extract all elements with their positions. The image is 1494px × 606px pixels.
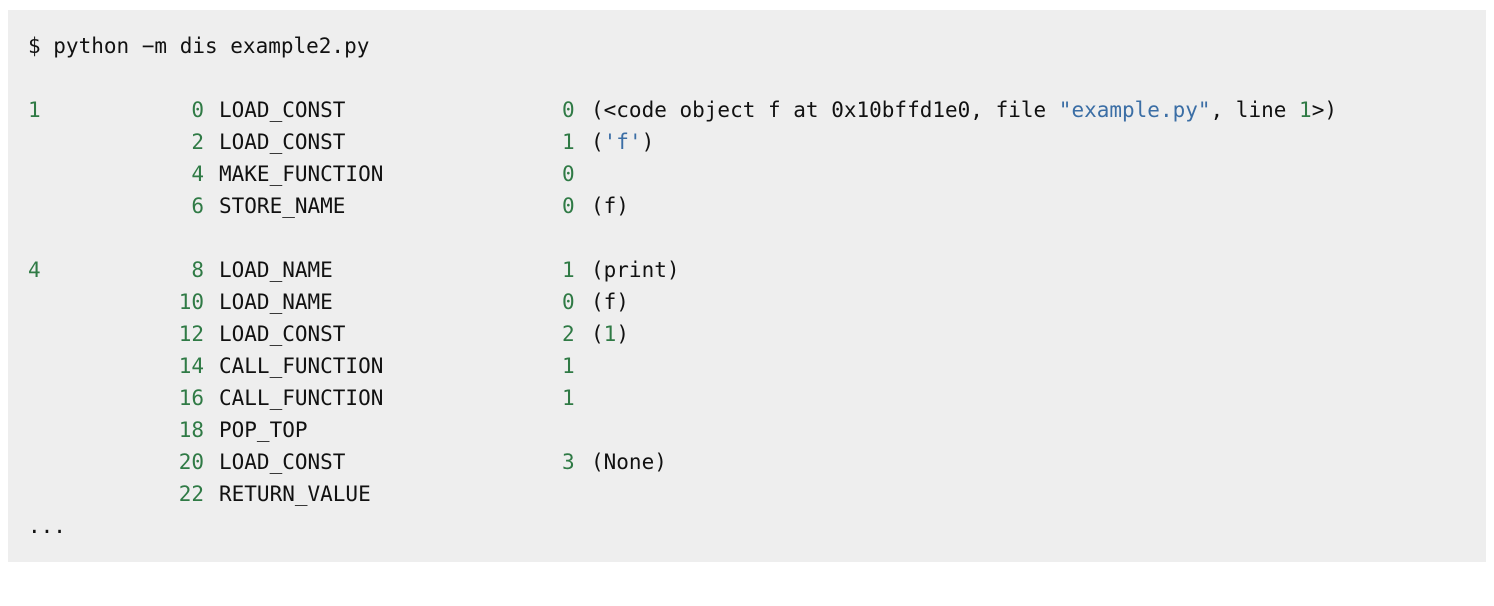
annotation-part: 'f'	[603, 130, 642, 154]
bytecode-offset: 14	[178, 354, 204, 378]
source-line-number: 1	[28, 98, 41, 122]
annotation-part: , line	[1210, 98, 1300, 122]
bytecode-row: 16 CALL_FUNCTION 1	[8, 382, 1486, 414]
opcode-name: LOAD_NAME	[219, 258, 333, 282]
code-block: $ python −m dis example2.py 1 0 LOAD_CONST…	[8, 10, 1486, 562]
bytecode-row: 12 LOAD_CONST 2 (1)	[8, 318, 1486, 350]
source-line-number: 4	[28, 258, 41, 282]
opcode-argument: 2	[562, 322, 575, 346]
bytecode-row: 2 LOAD_CONST 1 ('f')	[8, 126, 1486, 158]
argument-annotation: (print)	[591, 254, 680, 286]
annotation-part: (<code object f at 0x10bffd1e0, file	[591, 98, 1059, 122]
bytecode-row: 20 LOAD_CONST 3 (None)	[8, 446, 1486, 478]
opcode-name: LOAD_CONST	[219, 98, 346, 122]
argument-annotation: (None)	[591, 446, 667, 478]
bytecode-row: 18 POP_TOP	[8, 414, 1486, 446]
argument-annotation: ('f')	[591, 126, 654, 158]
opcode-name: RETURN_VALUE	[219, 482, 371, 506]
argument-annotation: (<code object f at 0x10bffd1e0, file "ex…	[591, 94, 1337, 126]
bytecode-offset: 8	[191, 258, 204, 282]
command-text: $ python −m dis example2.py	[28, 34, 370, 58]
opcode-argument: 3	[562, 450, 575, 474]
opcode-argument: 0	[562, 194, 575, 218]
annotation-part: 1	[603, 322, 617, 346]
annotation-part: (print)	[591, 258, 680, 282]
bytecode-offset: 4	[191, 162, 204, 186]
opcode-name: CALL_FUNCTION	[219, 354, 384, 378]
bytecode-offset: 18	[178, 418, 204, 442]
bytecode-row: 6 STORE_NAME 0 (f)	[8, 190, 1486, 222]
bytecode-row: 4 8 LOAD_NAME 1 (print)	[8, 254, 1486, 286]
argument-annotation: (f)	[591, 190, 629, 222]
opcode-name: LOAD_CONST	[219, 130, 346, 154]
argument-annotation: (1)	[591, 318, 629, 350]
bytecode-offset: 22	[178, 482, 204, 506]
annotation-part: (	[591, 322, 604, 346]
annotation-part: )	[616, 322, 629, 346]
bytecode-offset: 6	[191, 194, 204, 218]
annotation-part: )	[641, 130, 655, 154]
opcode-name: CALL_FUNCTION	[219, 386, 384, 410]
bytecode-offset: 2	[191, 130, 204, 154]
annotation-part: 1	[1299, 98, 1312, 122]
bytecode-row: 1 0 LOAD_CONST 0 (<code object f at 0x10bffd…	[8, 94, 1486, 126]
bytecode-row: 14 CALL_FUNCTION 1	[8, 350, 1486, 382]
opcode-argument: 1	[562, 354, 575, 378]
bytecode-row: 22 RETURN_VALUE	[8, 478, 1486, 510]
bytecode-offset: 20	[178, 450, 204, 474]
bytecode-offset: 16	[178, 386, 204, 410]
opcode-argument: 0	[562, 290, 575, 314]
opcode-argument: 0	[562, 162, 575, 186]
bytecode-offset: 10	[178, 290, 204, 314]
annotation-part: (f)	[591, 290, 629, 314]
bytecode-offset: 12	[178, 322, 204, 346]
opcode-argument: 1	[562, 386, 575, 410]
bytecode-row: 4 MAKE_FUNCTION 0	[8, 158, 1486, 190]
bytecode-offset: 0	[191, 98, 204, 122]
opcode-argument: 1	[562, 130, 575, 154]
opcode-name: LOAD_NAME	[219, 290, 333, 314]
opcode-name: STORE_NAME	[219, 194, 346, 218]
annotation-part: >)	[1311, 98, 1337, 122]
opcode-argument: 0	[562, 98, 575, 122]
opcode-name: LOAD_CONST	[219, 450, 346, 474]
opcode-name: LOAD_CONST	[219, 322, 346, 346]
annotation-part: (	[591, 130, 604, 154]
command-line: $ python −m dis example2.py	[8, 30, 1486, 62]
bytecode-row: 10 LOAD_NAME 0 (f)	[8, 286, 1486, 318]
opcode-name: MAKE_FUNCTION	[219, 162, 384, 186]
ellipsis-text: ...	[28, 514, 66, 538]
annotation-part: (None)	[591, 450, 667, 474]
opcode-argument: 1	[562, 258, 575, 282]
argument-annotation: (f)	[591, 286, 629, 318]
opcode-name: POP_TOP	[219, 418, 308, 442]
annotation-part: "example.py"	[1058, 98, 1211, 122]
ellipsis-line: ...	[8, 510, 1486, 542]
annotation-part: (f)	[591, 194, 629, 218]
